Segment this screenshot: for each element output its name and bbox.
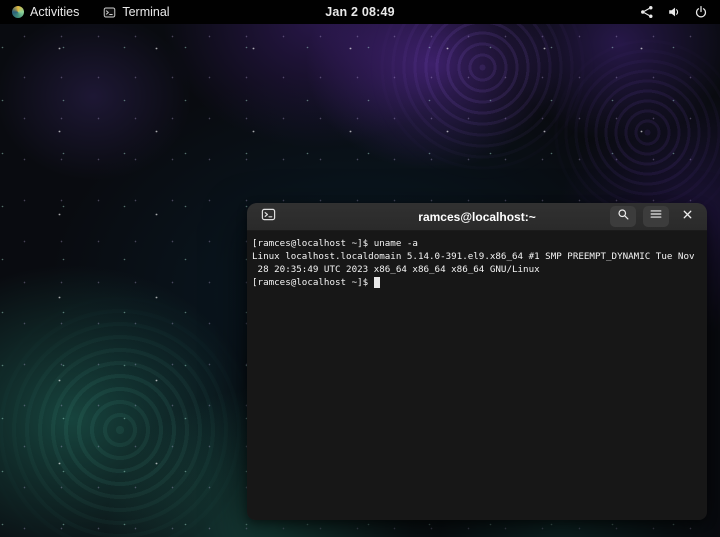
terminal-line: Linux localhost.localdomain 5.14.0-391.e… (252, 251, 695, 262)
terminal-prompt: [ramces@localhost ~]$ (252, 277, 374, 288)
terminal-cursor (373, 277, 380, 288)
search-icon (617, 208, 630, 226)
close-icon (681, 208, 694, 226)
terminal-tab-icon (261, 207, 276, 227)
distro-icon (12, 6, 24, 18)
activities-button[interactable]: Activities (8, 0, 83, 24)
clock[interactable]: Jan 2 08:49 (325, 5, 395, 19)
network-share-icon (640, 5, 654, 19)
window-title: ramces@localhost:~ (418, 209, 536, 224)
terminal-screen[interactable]: [ramces@localhost ~]$ uname -a Linux loc… (247, 231, 707, 520)
system-tray[interactable] (640, 0, 720, 24)
menu-icon (649, 207, 663, 226)
app-menu-label: Terminal (122, 5, 170, 19)
terminal-tab-button[interactable] (256, 206, 280, 228)
top-bar: Activities Terminal Jan 2 08:49 (0, 0, 720, 24)
terminal-line: 28 20:35:49 UTC 2023 x86_64 x86_64 x86_6… (252, 264, 540, 275)
terminal-prompt-line: [ramces@localhost ~]$ (252, 276, 703, 289)
focused-app-menu[interactable]: Terminal (99, 0, 173, 24)
activities-label: Activities (30, 5, 80, 19)
terminal-app-icon (103, 6, 116, 19)
close-button[interactable] (676, 206, 698, 227)
power-icon (694, 5, 708, 19)
search-button[interactable] (610, 206, 636, 227)
terminal-headerbar[interactable]: ramces@localhost:~ (247, 203, 707, 231)
menu-button[interactable] (643, 206, 669, 227)
volume-icon (667, 5, 681, 19)
terminal-window: ramces@localhost:~ [ramces@localhost ~]$… (247, 203, 707, 520)
terminal-line: [ramces@localhost ~]$ uname -a (252, 238, 418, 249)
desktop: Activities Terminal Jan 2 08:49 ramces@l… (0, 0, 720, 537)
